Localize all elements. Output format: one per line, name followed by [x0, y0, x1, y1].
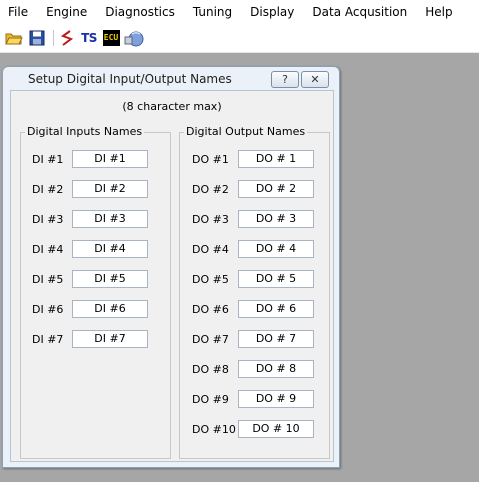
- do-5-input[interactable]: DO # 5: [238, 270, 314, 288]
- menu-help[interactable]: Help: [425, 5, 452, 19]
- dialog-title: Setup Digital Input/Output Names: [28, 72, 232, 86]
- do-5-label: DO #5: [192, 273, 229, 286]
- di-6-label: DI #6: [32, 303, 64, 316]
- menu-diagnostics[interactable]: Diagnostics: [105, 5, 175, 19]
- do-7-label: DO #7: [192, 333, 229, 346]
- do-2-label: DO #2: [192, 183, 229, 196]
- do-10-input[interactable]: DO # 10: [238, 420, 314, 438]
- di-7-input[interactable]: DI #7: [72, 330, 148, 348]
- di-1-input[interactable]: DI #1: [72, 150, 148, 168]
- di-5-label: DI #5: [32, 273, 64, 286]
- do-3-input[interactable]: DO # 3: [238, 210, 314, 228]
- open-folder-icon[interactable]: [5, 29, 23, 47]
- do-3-label: DO #3: [192, 213, 229, 226]
- digital-outputs-group-label: Digital Output Names: [184, 125, 308, 138]
- di-3-input[interactable]: DI #3: [72, 210, 148, 228]
- ts-icon[interactable]: TS: [78, 29, 100, 47]
- di-4-label: DI #4: [32, 243, 64, 256]
- toolbar-separator: [53, 30, 54, 46]
- close-button[interactable]: ✕: [301, 71, 329, 88]
- menu-tuning[interactable]: Tuning: [193, 5, 232, 19]
- do-1-input[interactable]: DO # 1: [238, 150, 314, 168]
- menu-data-acquisition[interactable]: Data Acqusition: [312, 5, 407, 19]
- menu-display[interactable]: Display: [250, 5, 294, 19]
- help-icon: ?: [282, 73, 288, 86]
- setup-io-names-dialog: Setup Digital Input/Output Names ? ✕ (8 …: [2, 66, 340, 468]
- menu-file[interactable]: File: [8, 5, 28, 19]
- close-icon: ✕: [310, 73, 320, 86]
- do-10-label: DO #10: [192, 423, 236, 436]
- digital-inputs-group-label: Digital Inputs Names: [25, 125, 145, 138]
- network-icon[interactable]: [123, 29, 145, 47]
- di-4-input[interactable]: DI #4: [72, 240, 148, 258]
- do-9-label: DO #9: [192, 393, 229, 406]
- do-2-input[interactable]: DO # 2: [238, 180, 314, 198]
- help-button[interactable]: ?: [271, 71, 299, 88]
- do-8-input[interactable]: DO # 8: [238, 360, 314, 378]
- do-4-input[interactable]: DO # 4: [238, 240, 314, 258]
- menu-engine[interactable]: Engine: [46, 5, 87, 19]
- di-2-label: DI #2: [32, 183, 64, 196]
- save-disk-icon[interactable]: [28, 29, 46, 47]
- menu-bar: File Engine Diagnostics Tuning Display D…: [0, 0, 479, 24]
- di-1-label: DI #1: [32, 153, 64, 166]
- do-6-label: DO #6: [192, 303, 229, 316]
- ts-icon-label: TS: [81, 31, 97, 45]
- do-1-label: DO #1: [192, 153, 229, 166]
- di-5-input[interactable]: DI #5: [72, 270, 148, 288]
- ecu-icon[interactable]: ECU: [102, 29, 120, 47]
- character-limit-note: (8 character max): [122, 100, 222, 113]
- graph-icon[interactable]: [58, 29, 76, 47]
- di-7-label: DI #7: [32, 333, 64, 346]
- do-4-label: DO #4: [192, 243, 229, 256]
- di-3-label: DI #3: [32, 213, 64, 226]
- do-7-input[interactable]: DO # 7: [238, 330, 314, 348]
- dialog-content: (8 character max) Digital Inputs Names D…: [10, 90, 334, 462]
- toolbar: TS ECU: [0, 24, 479, 53]
- dialog-titlebar[interactable]: Setup Digital Input/Output Names ? ✕: [3, 67, 339, 91]
- di-2-input[interactable]: DI #2: [72, 180, 148, 198]
- do-8-label: DO #8: [192, 363, 229, 376]
- do-9-input[interactable]: DO # 9: [238, 390, 314, 408]
- di-6-input[interactable]: DI #6: [72, 300, 148, 318]
- do-6-input[interactable]: DO # 6: [238, 300, 314, 318]
- ecu-icon-label: ECU: [102, 30, 120, 46]
